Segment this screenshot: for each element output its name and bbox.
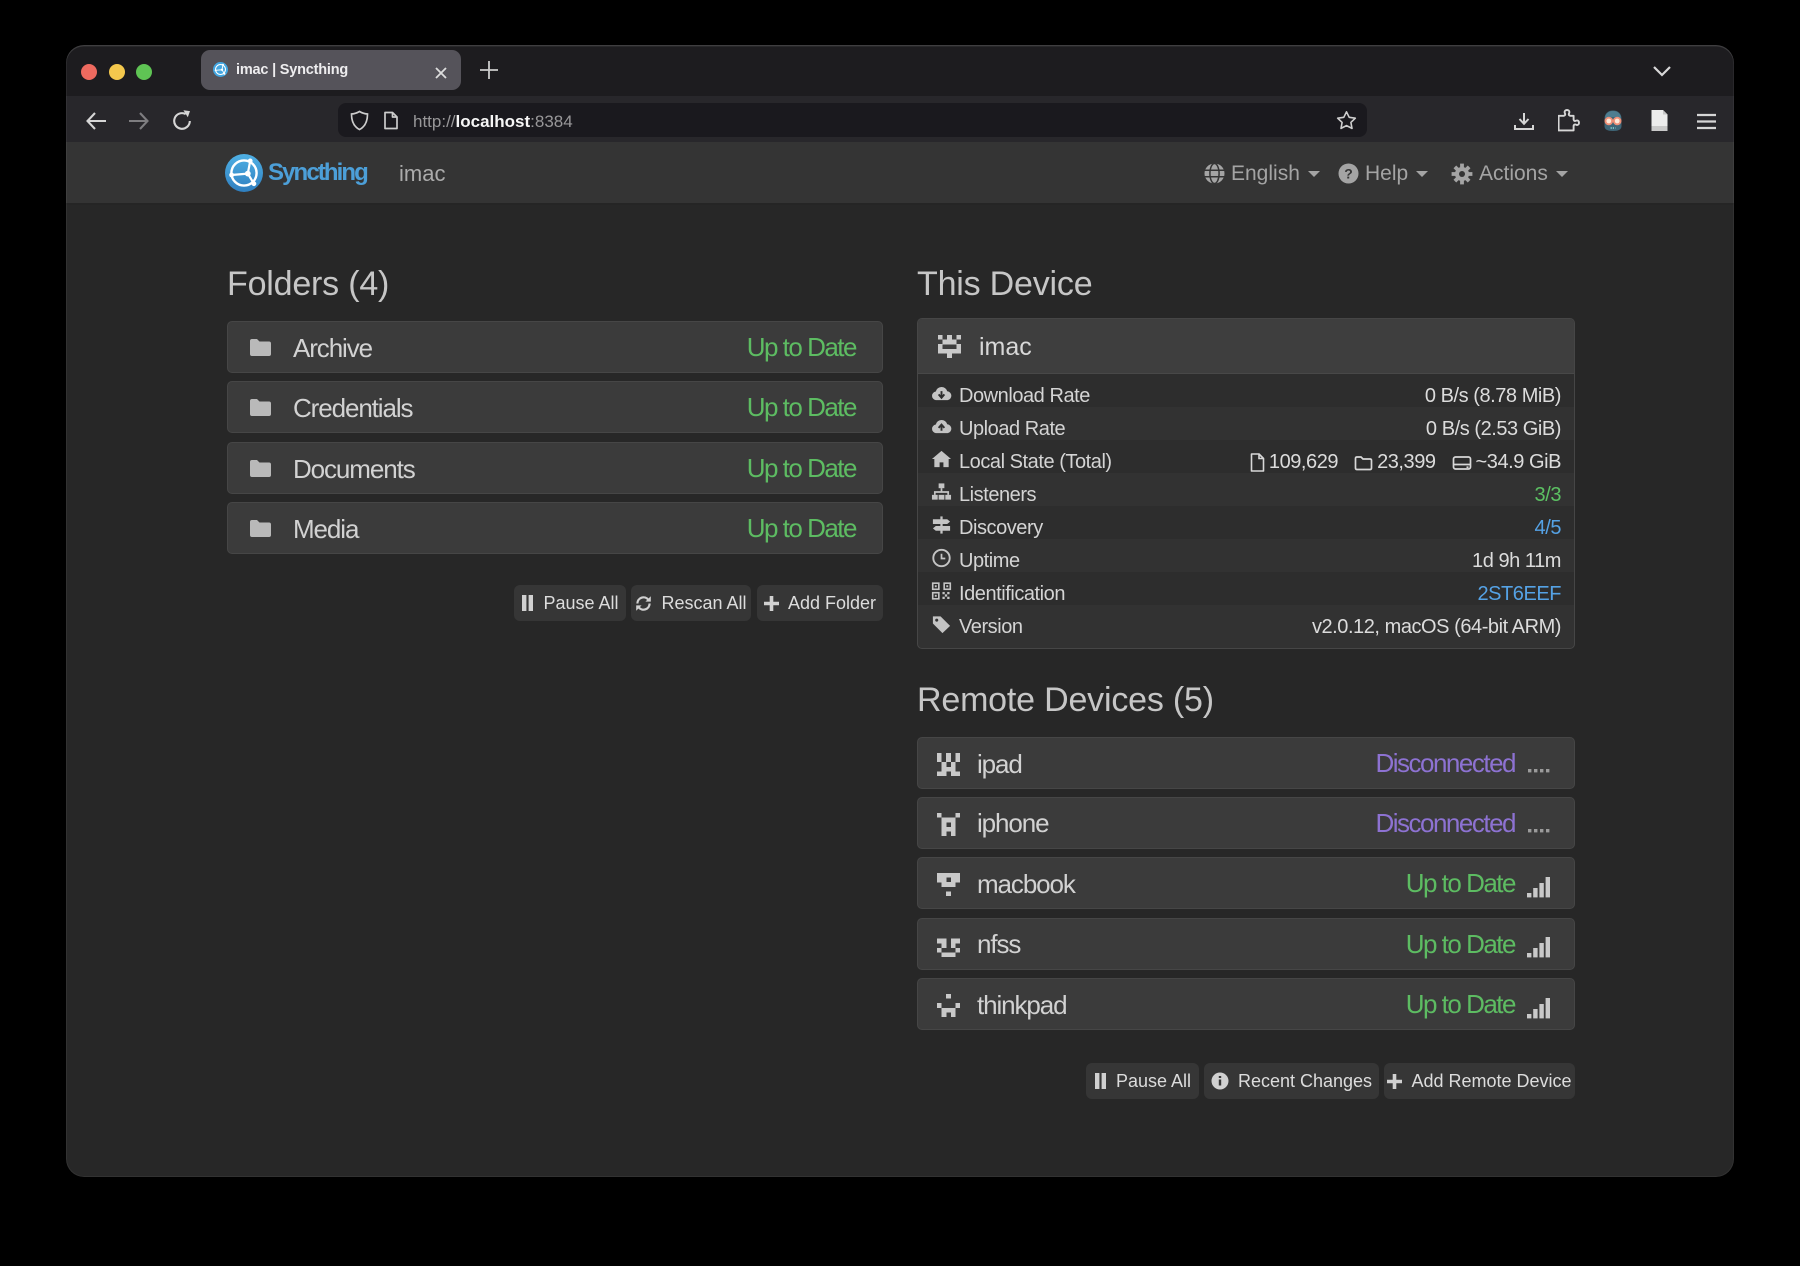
svg-text:?: ?: [1344, 165, 1353, 181]
